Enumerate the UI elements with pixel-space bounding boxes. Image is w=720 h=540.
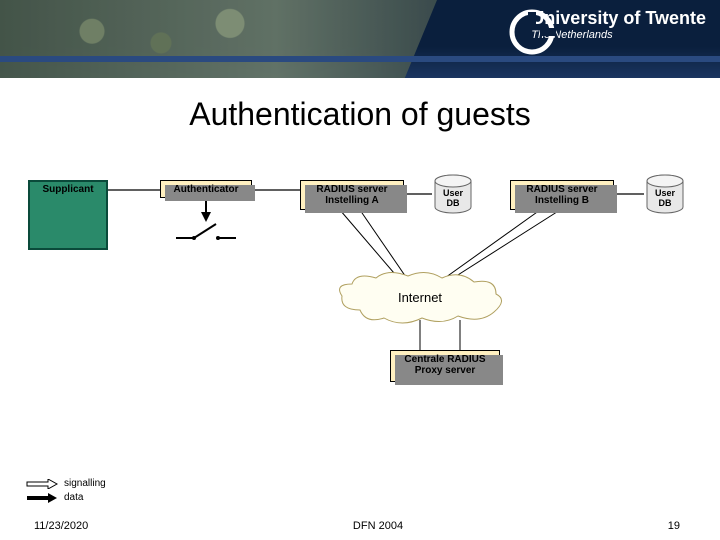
arrow-solid-icon [26,493,58,503]
authenticator-box: Authenticator [160,180,252,198]
university-name: University of Twente [531,8,706,29]
university-mark-icon [508,8,556,56]
legend-data-label: data [64,492,83,503]
proxy-line1: Centrale RADIUS [393,354,497,365]
legend-data: data [26,492,106,503]
supplicant-label: Supplicant [30,184,106,195]
legend-signalling-label: signalling [64,478,106,489]
university-subtitle: The Netherlands [531,29,706,41]
footer-center: DFN 2004 [353,520,403,532]
internet-cloud: Internet [330,270,510,326]
user-db-a-label: User DB [432,188,474,208]
proxy-line2: Proxy server [393,365,497,376]
central-proxy-box: Centrale RADIUS Proxy server [390,350,500,382]
legend-signalling: signalling [26,478,106,489]
footer-page: 19 [668,520,680,532]
radius-b-line1: RADIUS server [513,184,611,195]
diagram-area: Supplicant Authenticator RADIUS server I… [0,160,720,460]
internet-label: Internet [330,290,510,305]
footer-date: 11/23/2020 [34,520,88,532]
radius-server-b-box: RADIUS server Instelling B [510,180,614,210]
authenticator-label: Authenticator [174,184,239,195]
slide-title: Authentication of guests [0,96,720,133]
slide-header: University of Twente The Netherlands [0,0,720,78]
switch-icon [176,218,236,248]
supplicant-box: Supplicant [28,180,108,250]
header-photo [0,0,460,78]
radius-a-line1: RADIUS server [303,184,401,195]
radius-a-line2: Instelling A [303,195,401,206]
slide-footer: 11/23/2020 DFN 2004 19 [0,520,720,532]
radius-server-a-box: RADIUS server Instelling A [300,180,404,210]
user-db-a: User DB [432,174,474,218]
university-logo: University of Twente The Netherlands [473,8,706,41]
header-stripe [0,56,720,62]
user-db-b-label: User DB [644,188,686,208]
legend: signalling data [26,478,106,506]
arrow-outline-icon [26,479,58,489]
user-db-b: User DB [644,174,686,218]
radius-b-line2: Instelling B [513,195,611,206]
